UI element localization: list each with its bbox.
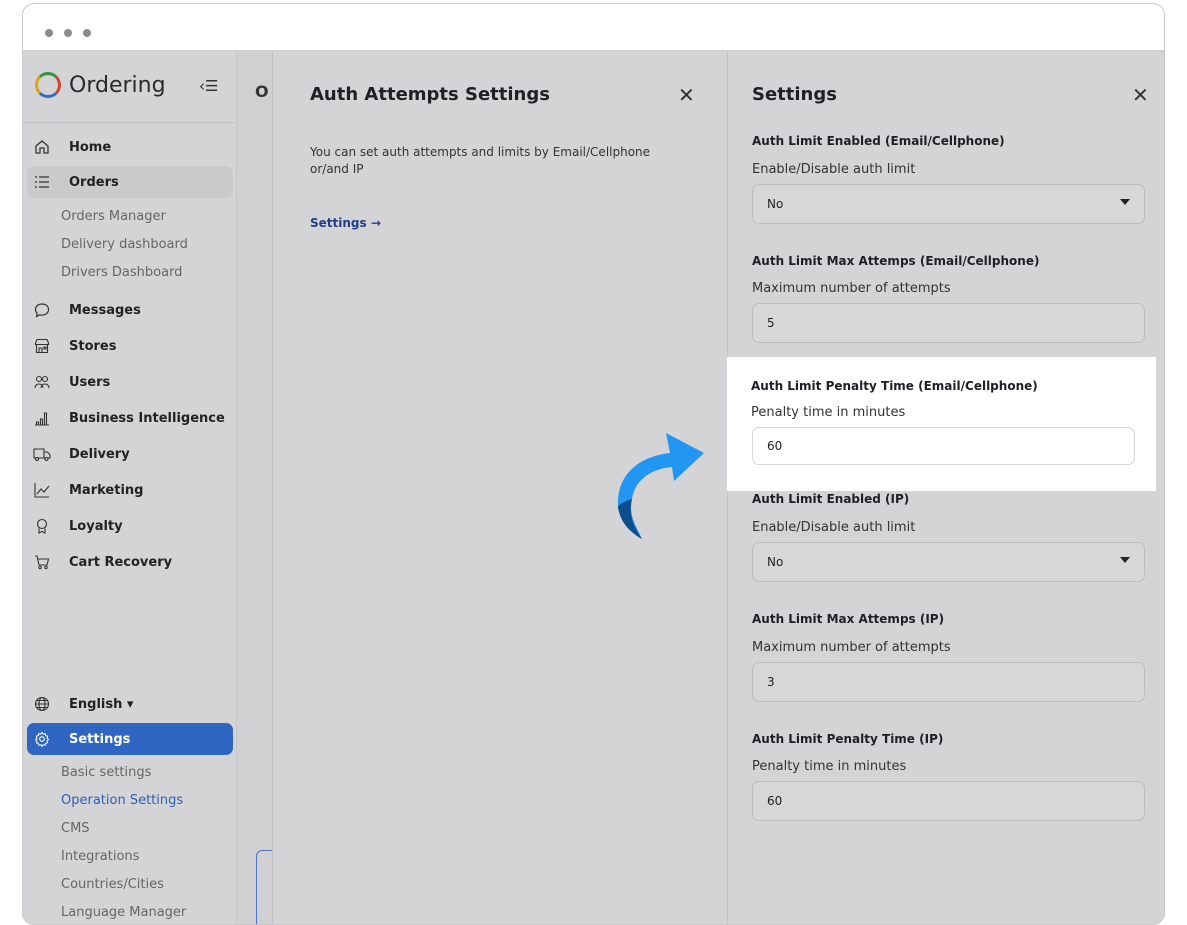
sidebar-item-label: Marketing <box>69 482 144 498</box>
bar-chart-icon <box>33 410 51 426</box>
curved-pointer-arrow-icon <box>617 433 704 539</box>
sidebar-item-label: Messages <box>69 302 141 318</box>
select-value: No <box>767 555 784 569</box>
gear-icon <box>33 731 51 747</box>
sidebar-subitem-operation-settings[interactable]: Operation Settings <box>61 793 183 808</box>
sidebar-subitem-cms[interactable]: CMS <box>61 821 90 836</box>
select-value: No <box>767 197 784 211</box>
sidebar-item-marketing[interactable]: Marketing <box>27 474 233 506</box>
truck-icon <box>33 446 51 462</box>
sidebar-subitem-basic-settings[interactable]: Basic settings <box>61 765 151 780</box>
input-value: 60 <box>767 439 783 453</box>
field-label: Auth Limit Max Attemps (IP) <box>752 612 945 626</box>
sidebar-subitem-orders-manager[interactable]: Orders Manager <box>61 209 166 224</box>
sidebar-item-home[interactable]: Home <box>27 131 233 163</box>
background-page: O <box>238 52 286 924</box>
highlighted-field: Auth Limit Penalty Time (Email/Cellphone… <box>727 357 1156 491</box>
sidebar-item-loyalty[interactable]: Loyalty <box>27 510 233 542</box>
window-titlebar <box>23 4 1164 51</box>
store-icon <box>33 338 51 354</box>
auth-limit-enabled-ip-select[interactable]: No <box>752 542 1145 582</box>
sidebar-item-label: Business Intelligence <box>69 410 225 426</box>
collapse-sidebar-icon[interactable]: ‹☰ <box>199 77 218 95</box>
settings-link[interactable]: Settings → <box>310 216 381 230</box>
field-label: Auth Limit Max Attemps (Email/Cellphone) <box>752 254 1040 268</box>
sidebar-item-label: Cart Recovery <box>69 554 173 570</box>
brand-name: Ordering <box>69 72 166 98</box>
input-value: 5 <box>767 316 775 330</box>
sidebar-item-label: Loyalty <box>69 518 123 534</box>
award-icon <box>33 518 51 534</box>
background-page-title: O <box>255 82 269 101</box>
sidebar-item-label: Delivery <box>69 446 130 462</box>
caret-down-icon <box>1120 557 1130 563</box>
sidebar-subitem-delivery-dashboard[interactable]: Delivery dashboard <box>61 237 188 252</box>
field-label: Auth Limit Penalty Time (Email/Cellphone… <box>751 379 1038 393</box>
panel-description: You can set auth attempts and limits by … <box>310 145 651 176</box>
sidebar-subitem-language-manager[interactable]: Language Manager <box>61 905 186 920</box>
sidebar-item-delivery[interactable]: Delivery <box>27 438 233 470</box>
auth-limit-max-attempts-ip-input[interactable]: 3 <box>752 662 1145 702</box>
list-icon <box>33 175 51 189</box>
auth-limit-enabled-email-select[interactable]: No <box>752 184 1145 224</box>
sidebar-item-settings[interactable]: Settings <box>27 723 233 755</box>
input-value: 3 <box>767 675 775 689</box>
line-chart-icon <box>33 482 51 498</box>
home-icon <box>33 139 51 155</box>
chat-bubble-icon <box>33 302 51 318</box>
users-icon <box>33 374 51 390</box>
auth-limit-max-attempts-email-input[interactable]: 5 <box>752 303 1145 343</box>
language-selector[interactable]: English ▾ <box>27 688 233 720</box>
sidebar-divider <box>23 122 237 123</box>
cart-icon <box>33 554 51 570</box>
sidebar-item-messages[interactable]: Messages <box>27 294 233 326</box>
language-label: English ▾ <box>69 696 134 712</box>
window-dot-icon <box>64 29 72 37</box>
sidebar-subitem-integrations[interactable]: Integrations <box>61 849 139 864</box>
caret-down-icon <box>1120 199 1130 205</box>
field-label: Auth Limit Enabled (IP) <box>752 492 910 506</box>
field-sublabel: Penalty time in minutes <box>752 759 907 774</box>
field-sublabel: Maximum number of attempts <box>752 281 951 296</box>
sidebar-item-label: Settings <box>69 731 131 747</box>
sidebar: Ordering ‹☰ Home Orders Orders Manager D… <box>23 52 237 924</box>
auth-limit-penalty-time-email-input[interactable]: 60 <box>752 427 1135 465</box>
field-sublabel: Penalty time in minutes <box>751 405 906 420</box>
window-dot-icon <box>83 29 91 37</box>
sidebar-item-stores[interactable]: Stores <box>27 330 233 362</box>
field-label: Auth Limit Enabled (Email/Cellphone) <box>752 134 1005 148</box>
panel-title: Settings <box>752 84 837 105</box>
sidebar-subitem-countries-cities[interactable]: Countries/Cities <box>61 877 164 892</box>
auth-limit-penalty-time-ip-input[interactable]: 60 <box>752 781 1145 821</box>
input-value: 60 <box>767 794 783 808</box>
close-icon[interactable]: ✕ <box>1132 85 1149 105</box>
close-icon[interactable]: ✕ <box>678 85 695 105</box>
sidebar-item-label: Orders <box>69 174 119 190</box>
sidebar-item-cart-recovery[interactable]: Cart Recovery <box>27 546 233 578</box>
sidebar-item-orders[interactable]: Orders <box>27 166 233 198</box>
window-dot-icon <box>45 29 53 37</box>
browser-window: Ordering ‹☰ Home Orders Orders Manager D… <box>22 3 1165 925</box>
brand-logo[interactable]: Ordering <box>35 72 166 98</box>
field-sublabel: Maximum number of attempts <box>752 640 951 655</box>
field-sublabel: Enable/Disable auth limit <box>752 520 916 535</box>
panel-title: Auth Attempts Settings <box>310 84 550 105</box>
sidebar-item-business-intelligence[interactable]: Business Intelligence <box>27 402 233 434</box>
field-label: Auth Limit Penalty Time (IP) <box>752 732 944 746</box>
sidebar-subitem-drivers-dashboard[interactable]: Drivers Dashboard <box>61 265 182 280</box>
field-sublabel: Enable/Disable auth limit <box>752 162 916 177</box>
sidebar-item-label: Users <box>69 374 111 390</box>
globe-icon <box>33 696 51 712</box>
ordering-logo-icon <box>35 72 61 98</box>
sidebar-item-label: Stores <box>69 338 117 354</box>
sidebar-item-users[interactable]: Users <box>27 366 233 398</box>
sidebar-item-label: Home <box>69 139 112 155</box>
